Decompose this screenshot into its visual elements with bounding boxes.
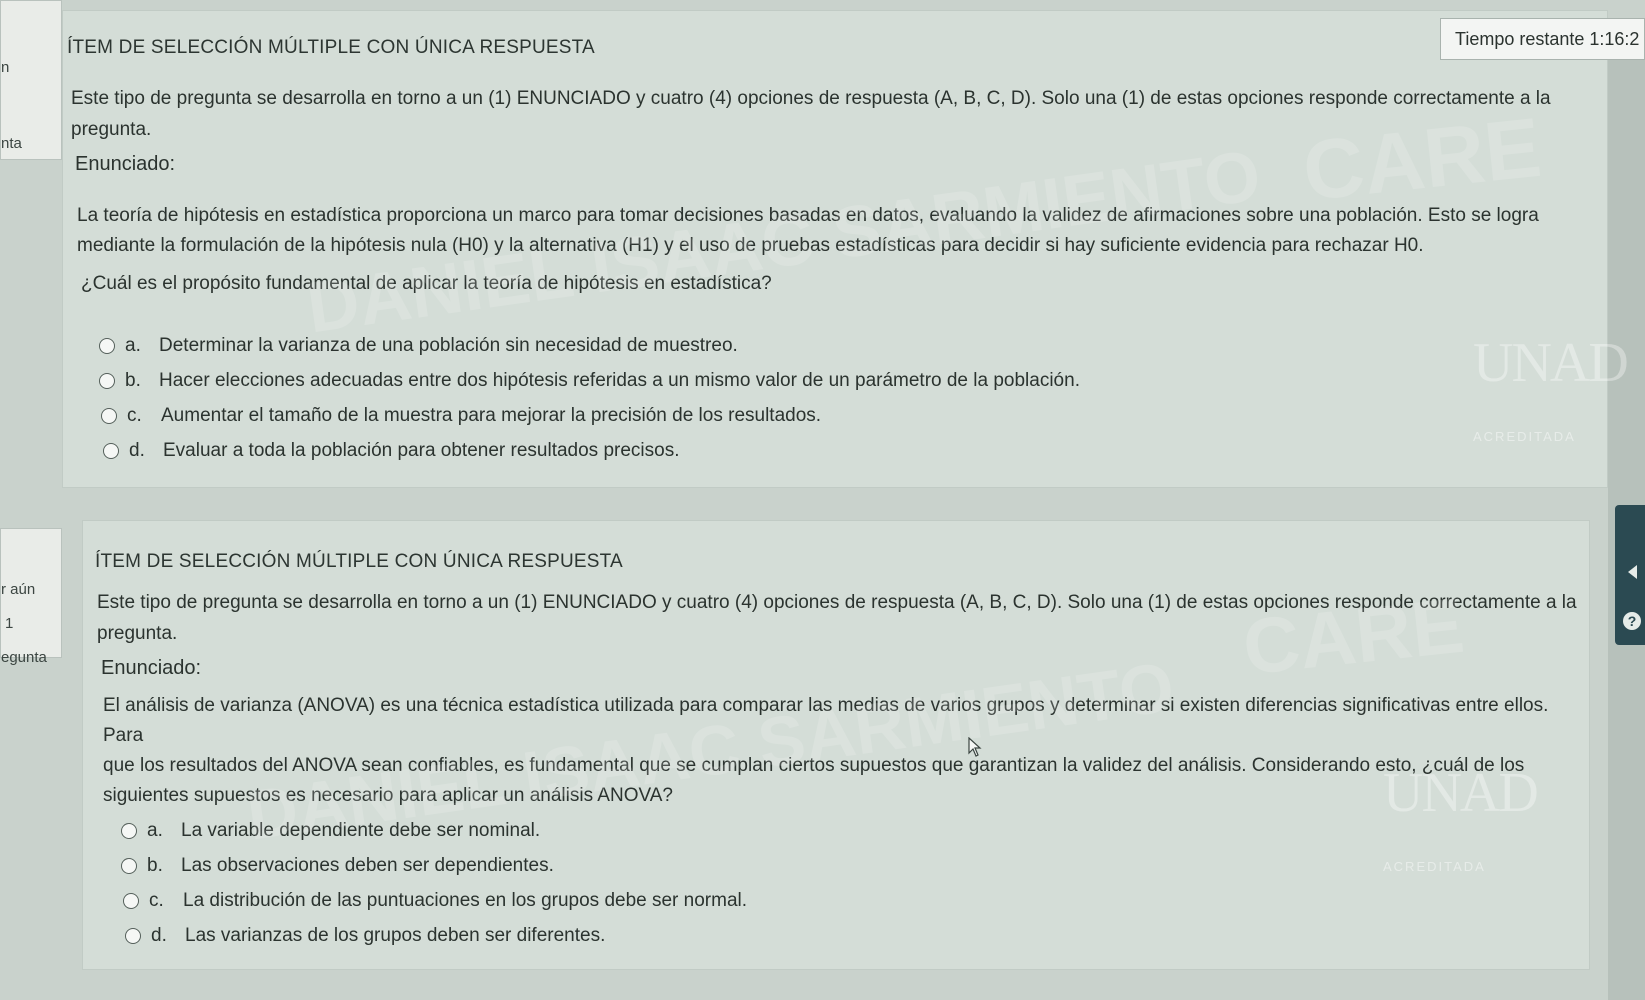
option-text: Hacer elecciones adecuadas entre dos hip…	[159, 369, 1080, 391]
quiz-navigation-top[interactable]: n nta	[0, 0, 62, 160]
question-type-header: ÍTEM DE SELECCIÓN MÚLTIPLE CON ÚNICA RES…	[67, 37, 595, 58]
option-letter: a.	[147, 819, 163, 841]
option-text: Aumentar el tamaño de la muestra para me…	[161, 404, 822, 426]
option-letter: c.	[127, 404, 142, 426]
option-text: Determinar la varianza de una población …	[159, 334, 738, 356]
instructions-line: Este tipo de pregunta se desarrolla en t…	[71, 88, 1551, 109]
unad-logo: UNAD ACREDITADA	[1473, 331, 1629, 451]
quiz-navigation-bottom[interactable]: r aún 1 egunta	[0, 528, 62, 666]
nav-fragment: n	[1, 59, 10, 76]
question-text: ¿Cuál es el propósito fundamental de apl…	[81, 273, 772, 294]
question-stem: La teoría de hipótesis en estadística pr…	[77, 201, 1607, 261]
radio-button-icon[interactable]	[123, 892, 139, 909]
option-letter: d.	[129, 439, 145, 461]
answer-option-a[interactable]: a. Determinar la varianza de una poblaci…	[99, 328, 1080, 363]
option-letter: a.	[125, 334, 141, 356]
answer-option-c[interactable]: c. Aumentar el tamaño de la muestra para…	[99, 398, 1080, 433]
stem-line: El análisis de varianza (ANOVA) es una t…	[103, 695, 1549, 746]
answer-options: a. Determinar la varianza de una poblaci…	[99, 328, 1080, 468]
unad-accreditation-text: ACREDITADA	[1473, 429, 1576, 444]
radio-button-icon[interactable]	[103, 442, 119, 459]
mouse-cursor-icon	[968, 737, 982, 757]
stem-line: que los resultados del ANOVA sean confia…	[103, 755, 1525, 776]
radio-button-icon[interactable]	[125, 927, 141, 944]
answer-option-b[interactable]: b. Hacer elecciones adecuadas entre dos …	[99, 363, 1080, 398]
question-card-2: ÍTEM DE SELECCIÓN MÚLTIPLE CON ÚNICA RES…	[82, 520, 1590, 970]
option-letter: c.	[149, 889, 164, 911]
radio-button-icon[interactable]	[101, 407, 117, 424]
radio-button-icon[interactable]	[121, 857, 137, 874]
stem-line: La teoría de hipótesis en estadística pr…	[77, 205, 1539, 226]
question-text: siguientes supuestos es necesario para a…	[103, 785, 673, 806]
instructions-line: pregunta.	[71, 119, 152, 140]
nav-fragment: 1	[5, 615, 14, 632]
question-stem: El análisis de varianza (ANOVA) es una t…	[103, 691, 1593, 811]
radio-button-icon[interactable]	[99, 337, 115, 354]
answer-option-c[interactable]: c. La distribución de las puntuaciones e…	[121, 883, 747, 918]
option-text: Las observaciones deben ser dependientes…	[181, 854, 554, 876]
nav-fragment: egunta	[1, 649, 47, 666]
unad-logo-text: UNAD	[1473, 332, 1629, 394]
question-card-1: ÍTEM DE SELECCIÓN MÚLTIPLE CON ÚNICA RES…	[62, 10, 1629, 488]
unad-accreditation-text: ACREDITADA	[1383, 859, 1486, 874]
nav-fragment: r aún	[1, 581, 36, 598]
option-letter: d.	[151, 924, 167, 946]
chevron-left-icon[interactable]	[1628, 565, 1637, 579]
option-text: Evaluar a toda la población para obtener…	[163, 439, 680, 461]
question-instructions: Este tipo de pregunta se desarrolla en t…	[97, 587, 1597, 649]
option-text: La variable dependiente debe ser nominal…	[181, 819, 541, 841]
option-text: La distribución de las puntuaciones en l…	[183, 889, 748, 911]
stem-line: mediante la formulación de la hipótesis …	[77, 235, 1424, 256]
enunciado-label: Enunciado:	[75, 153, 176, 175]
option-letter: b.	[147, 854, 163, 876]
help-icon[interactable]: ?	[1623, 612, 1641, 630]
instructions-line: pregunta.	[97, 623, 178, 644]
radio-button-icon[interactable]	[121, 822, 137, 839]
answer-option-d[interactable]: d. Las varianzas de los grupos deben ser…	[121, 918, 747, 953]
enunciado-label: Enunciado:	[101, 657, 202, 679]
time-remaining: Tiempo restante 1:16:2	[1440, 18, 1645, 60]
nav-fragment: nta	[1, 135, 22, 152]
answer-option-b[interactable]: b. Las observaciones deben ser dependien…	[121, 848, 747, 883]
question-type-header: ÍTEM DE SELECCIÓN MÚLTIPLE CON ÚNICA RES…	[95, 551, 623, 572]
answer-option-a[interactable]: a. La variable dependiente debe ser nomi…	[121, 813, 747, 848]
option-text: Las varianzas de los grupos deben ser di…	[185, 924, 606, 946]
option-letter: b.	[125, 369, 141, 391]
answer-option-d[interactable]: d. Evaluar a toda la población para obte…	[99, 433, 1080, 468]
question-instructions: Este tipo de pregunta se desarrolla en t…	[71, 83, 1611, 145]
instructions-line: Este tipo de pregunta se desarrolla en t…	[97, 592, 1577, 613]
answer-options: a. La variable dependiente debe ser nomi…	[121, 813, 747, 953]
radio-button-icon[interactable]	[99, 372, 115, 389]
